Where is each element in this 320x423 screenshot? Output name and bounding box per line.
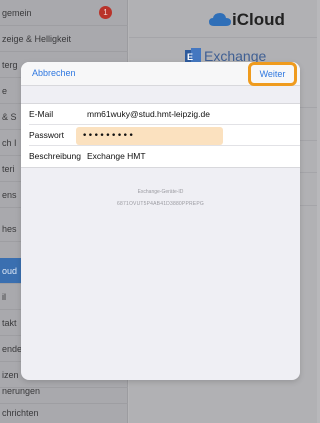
sidebar-item-messages[interactable]: chrichten [0, 400, 128, 423]
password-label: Passwort [29, 130, 64, 140]
sidebar-item-label: teri [2, 164, 15, 174]
password-field[interactable]: ••••••••• [76, 127, 223, 145]
description-field[interactable]: Exchange HMT [87, 146, 146, 167]
sidebar-item-label: hes [2, 224, 17, 234]
password-row[interactable]: Passwort ••••••••• [29, 125, 300, 146]
icloud-account-row[interactable]: iCloud [129, 0, 317, 38]
sidebar-item-label: il [2, 292, 6, 302]
sidebar-item-label: nerungen [2, 386, 41, 396]
sidebar-item-label: ende [2, 344, 23, 354]
sidebar-item-label: chrichten [2, 408, 39, 418]
sidebar-item-label: oud [2, 266, 18, 276]
description-row[interactable]: Beschreibung Exchange HMT [29, 146, 300, 167]
sidebar-item-label: ens [2, 190, 17, 200]
svg-text:E: E [187, 52, 193, 62]
account-form: E-Mail mm61wuky@stud.hmt-leipzig.de Pass… [21, 103, 300, 168]
sidebar-item-label: takt [2, 318, 17, 328]
sidebar-item-label: ch I [2, 138, 17, 148]
sidebar-item-label: gemein [2, 8, 32, 18]
device-id-label: Exchange-Geräte-ID [137, 189, 184, 195]
device-frame: gemein 1 zeige & Helligkeit terg e & S c… [0, 0, 317, 423]
sidebar-item-label: e [2, 86, 8, 96]
sidebar-item-label: & S [2, 112, 17, 122]
notification-badge: 1 [99, 6, 112, 19]
sidebar-item-label: zeige & Helligkeit [2, 34, 72, 44]
email-row[interactable]: E-Mail mm61wuky@stud.hmt-leipzig.de [29, 104, 300, 125]
modal-nav-bar: Abbrechen Weiter [21, 62, 300, 86]
cancel-button[interactable]: Abbrechen [32, 68, 76, 78]
description-label: Beschreibung [29, 151, 81, 161]
sidebar-item-label: terg [2, 60, 18, 70]
sidebar-item-general[interactable]: gemein 1 [0, 0, 128, 26]
email-field[interactable]: mm61wuky@stud.hmt-leipzig.de [87, 104, 210, 125]
cloud-icon [209, 13, 231, 26]
sidebar-item-display[interactable]: zeige & Helligkeit [0, 26, 128, 52]
exchange-setup-modal: Abbrechen Weiter E-Mail mm61wuky@stud.hm… [21, 62, 300, 380]
next-button-highlight: Weiter [248, 62, 297, 86]
email-label: E-Mail [29, 109, 54, 119]
next-button[interactable]: Weiter [251, 65, 294, 83]
icloud-label: iCloud [232, 10, 285, 29]
device-id-value: 6871OVUT5P4AB41D3880PPREPG [117, 201, 204, 207]
